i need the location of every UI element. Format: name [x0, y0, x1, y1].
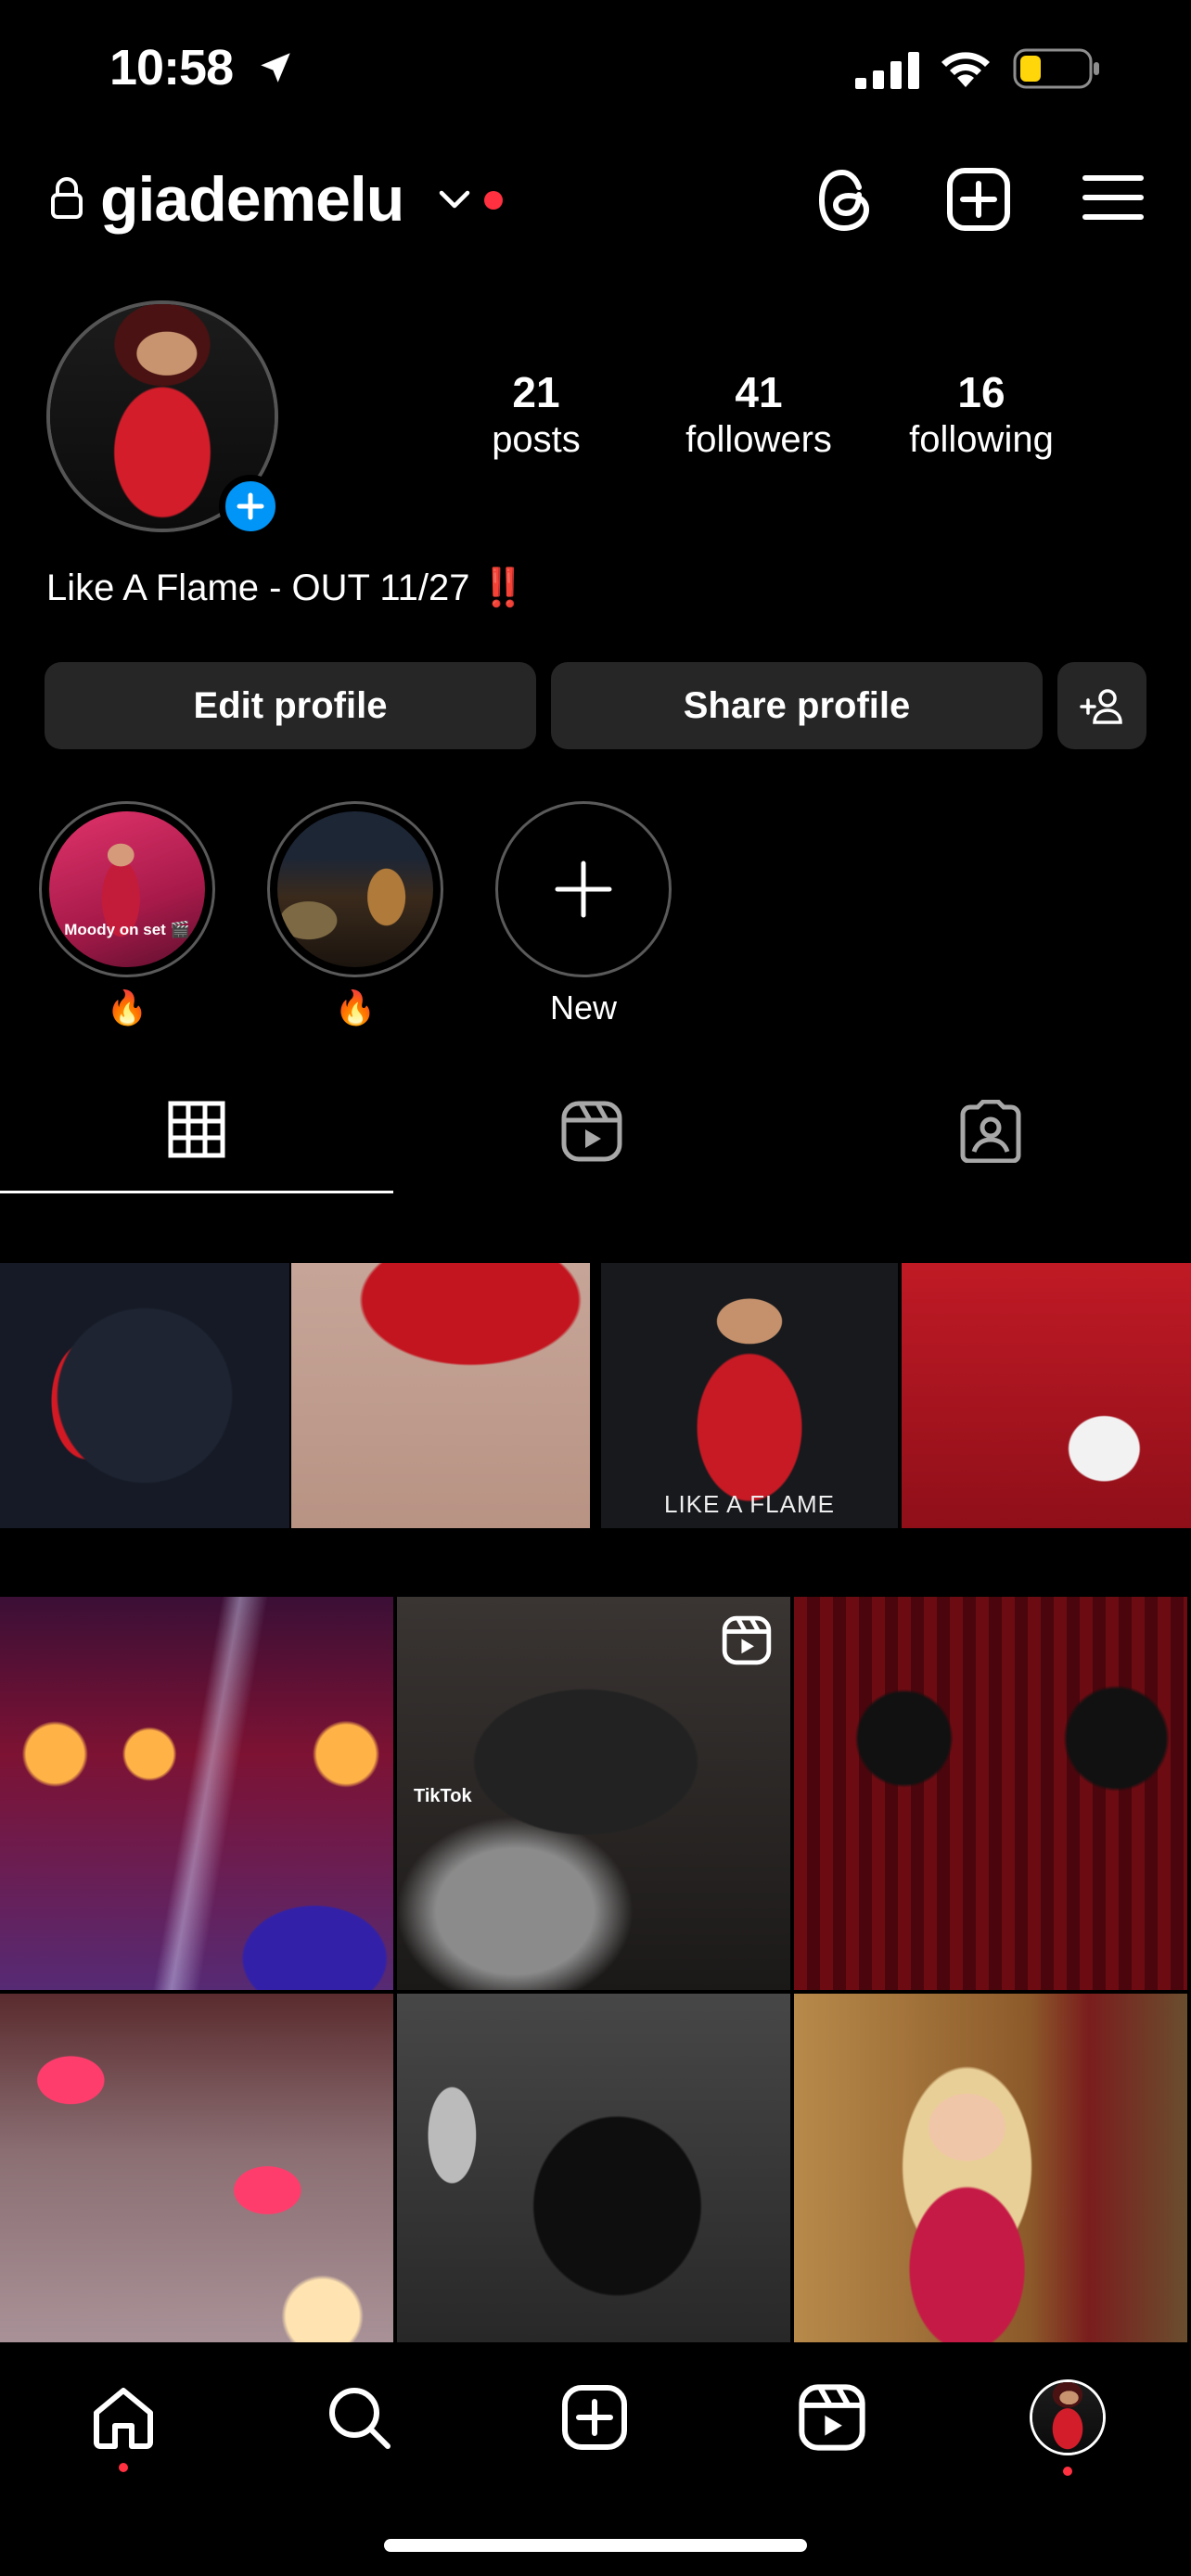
grid-icon: [168, 1101, 225, 1158]
add-story-plus-icon[interactable]: [219, 475, 282, 538]
tiktok-watermark: TikTok: [414, 1786, 472, 1806]
active-tab-indicator: [0, 1191, 393, 1193]
highlight-2-label: 🔥: [334, 988, 377, 1027]
story-highlight-1[interactable]: Moody on set 🎬: [39, 801, 215, 977]
share-profile-button[interactable]: Share profile: [551, 662, 1043, 749]
status-time: 10:58: [109, 40, 234, 96]
following-count-value: 16: [957, 368, 1005, 416]
grid-post[interactable]: [0, 1597, 393, 1990]
new-highlight-button[interactable]: [495, 801, 672, 977]
grid-post[interactable]: [0, 1994, 393, 2387]
grid-post[interactable]: [794, 1994, 1187, 2387]
grid-post[interactable]: [794, 1597, 1187, 1990]
pinned-post-4[interactable]: [902, 1263, 1191, 1528]
tab-reels[interactable]: [560, 1100, 623, 1163]
highlight-cover-text: Moody on set 🎬: [64, 921, 190, 938]
followers-count[interactable]: 41 followers: [666, 367, 852, 461]
reels-icon: [561, 1101, 622, 1162]
pinned-post-2[interactable]: [291, 1263, 590, 1528]
battery-icon: [1013, 48, 1102, 89]
menu-icon[interactable]: [1082, 172, 1145, 223]
new-highlight-label: New: [549, 988, 618, 1027]
edit-profile-button[interactable]: Edit profile: [45, 662, 536, 749]
reel-badge-icon: [722, 1615, 772, 1665]
profile-nav-avatar[interactable]: [1030, 2379, 1106, 2455]
highlight-1-label: 🔥: [106, 988, 148, 1027]
grid-post[interactable]: TikTok: [397, 1597, 790, 1990]
location-arrow-icon: [256, 48, 295, 87]
profile-notification-dot: [1063, 2467, 1072, 2476]
grid-post[interactable]: [397, 1994, 790, 2387]
threads-icon[interactable]: [814, 167, 876, 234]
bio-emoji: ‼️: [480, 567, 527, 608]
home-indicator: [384, 2539, 807, 2552]
notification-dot: [484, 191, 503, 210]
posts-count-value: 21: [512, 368, 560, 416]
wifi-icon: [937, 46, 994, 89]
posts-count[interactable]: 21 posts: [443, 367, 629, 461]
pinned-post-1[interactable]: [0, 1263, 289, 1528]
story-highlight-2[interactable]: [267, 801, 443, 977]
reels-nav-icon[interactable]: [798, 2383, 866, 2452]
home-icon[interactable]: [89, 2383, 158, 2452]
lock-icon: [48, 176, 85, 219]
create-icon[interactable]: [560, 2383, 629, 2452]
tab-tagged[interactable]: [959, 1100, 1022, 1163]
cellular-signal-icon: [855, 52, 920, 89]
plus-icon: [555, 861, 612, 918]
pinned-post-3[interactable]: LIKE A FLAME: [601, 1263, 898, 1528]
account-username[interactable]: giademelu: [100, 163, 404, 236]
posts-count-label: posts: [492, 419, 581, 460]
following-count-label: following: [909, 419, 1054, 460]
followers-count-label: followers: [685, 419, 832, 460]
profile-bio: Like A Flame - OUT 11/27 ‼️: [46, 566, 527, 609]
home-notification-dot: [119, 2463, 128, 2472]
search-icon[interactable]: [325, 2383, 393, 2452]
following-count[interactable]: 16 following: [889, 367, 1074, 461]
add-person-icon: [1080, 689, 1122, 724]
tagged-icon: [960, 1100, 1021, 1163]
pinned-post-3-caption: LIKE A FLAME: [664, 1490, 835, 1518]
create-post-icon[interactable]: [946, 167, 1011, 232]
chevron-down-icon[interactable]: [438, 189, 471, 211]
followers-count-value: 41: [735, 368, 783, 416]
tab-posts-grid[interactable]: [167, 1100, 226, 1159]
discover-people-button[interactable]: [1057, 662, 1146, 749]
bio-text: Like A Flame - OUT 11/27: [46, 567, 470, 608]
